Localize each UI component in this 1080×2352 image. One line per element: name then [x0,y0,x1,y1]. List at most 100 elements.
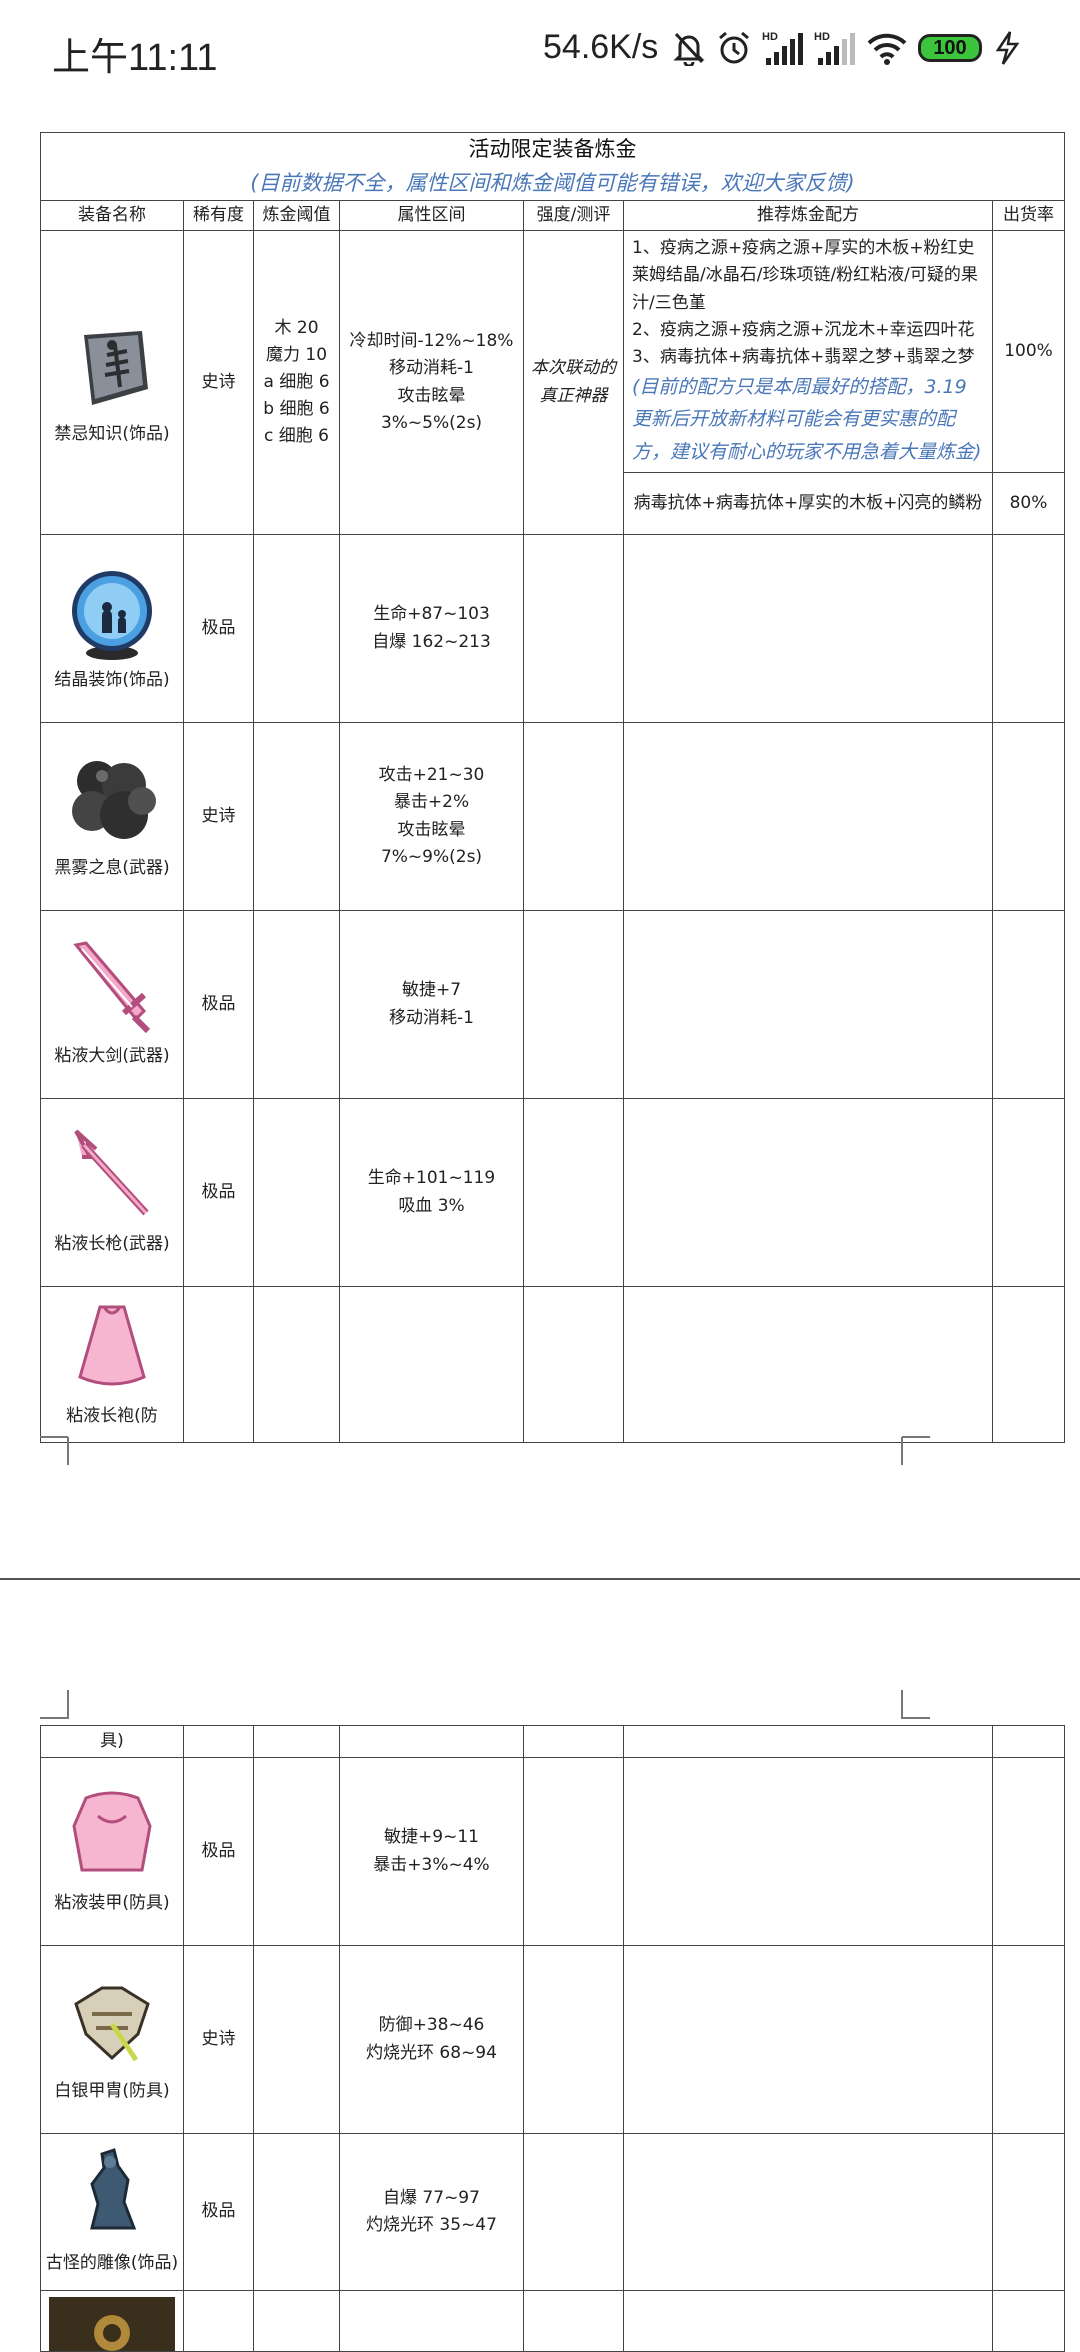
table-header-row: 装备名称 稀有度 炼金阈值 属性区间 强度/测评 推荐炼金配方 出货率 [40,200,1065,232]
evaluation-cell: 本次联动的 真正神器 [523,230,624,536]
rate-cell [992,2133,1065,2291]
equipment-name: 禁忌知识(饰品) [54,424,170,444]
threshold-cell [253,722,340,912]
equipment-name-cell [40,2290,184,2352]
equipment-name-cell: 粘液装甲(防具) [40,1757,184,1946]
rarity-cell: 极品 [183,1098,254,1288]
rarity-cell: 极品 [183,534,254,724]
evaluation-cell [523,722,624,912]
attribute-cell: 自爆 77~97 灼烧光环 35~47 [339,2133,524,2291]
attribute-line: 移动消耗-1 [389,1007,474,1028]
evaluation-line: 本次联动的 [531,358,616,379]
attribute-cell: 防御+38~46 灼烧光环 68~94 [339,1945,524,2134]
recipe-cell: 病毒抗体+病毒抗体+厚实的木板+闪亮的鳞粉 [623,472,993,536]
attribute-line: 灼烧光环 68~94 [366,2042,497,2063]
equipment-name: 黑雾之息(武器) [54,857,170,878]
column-header: 炼金阈值 [253,200,340,232]
attribute-cell: 敏捷+9~11 暴击+3%~4% [339,1757,524,1946]
evaluation-cell [523,1098,624,1288]
battery-icon: 100 [918,34,982,62]
mute-bell-icon [673,32,705,66]
recipe-line: 2、疫病之源+疫病之源+沉龙木+幸运四叶花 [632,319,975,340]
slime-spear-icon [74,1129,149,1216]
recipe-cell [623,1286,993,1444]
attribute-line: 暴击+3%~4% [373,1854,490,1875]
status-icons: HD HD 100 [672,28,1022,68]
hd-signal-icon: HD [814,31,855,65]
rarity-cell: 极品 [183,910,254,1100]
evaluation-cell [523,910,624,1100]
attribute-line: 移动消耗-1 [389,358,474,379]
rate-cell [992,1757,1065,1946]
attribute-line: 7%~9%(2s) [380,846,483,867]
rate-cell [992,534,1065,724]
attribute-cell: 敏捷+7 移动消耗-1 [339,910,524,1100]
equipment-name-cell: 粘液长袍(防 [40,1286,184,1444]
equipment-name: 古怪的雕像(饰品) [45,2253,179,2274]
evaluation-cell [523,2290,624,2352]
equipment-table-continued: 具) 粘液装甲(防具) 极品 敏捷+9~11 暴击+3%~4% 白银甲胄(防具)… [40,1725,1065,2352]
page-corner-mark [40,1690,69,1719]
table-row: 黑雾之息(武器) 史诗 攻击+21~30 暴击+2% 攻击眩晕 7%~9%(2s… [40,722,1065,912]
recipe-cell [623,534,993,724]
silver-armor-icon [74,1986,150,2062]
rate-cell [992,1725,1065,1758]
attribute-line: 攻击眩晕 [397,819,466,840]
table-row: 粘液长枪(武器) 极品 生命+101~119 吸血 3% [40,1098,1065,1288]
table-row: 粘液长袍(防 [40,1286,1065,1444]
column-header: 推荐炼金配方 [623,200,993,232]
rate-cell [992,1286,1065,1444]
threshold-item: b 细胞 6 [263,399,330,420]
page-corner-mark [40,1436,69,1465]
document-subtitle: (目前数据不全，属性区间和炼金阈值可能有错误，欢迎大家反馈) [250,170,855,195]
slime-armor-icon [72,1791,152,1872]
table-row: 白银甲胄(防具) 史诗 防御+38~46 灼烧光环 68~94 [40,1945,1065,2134]
rarity-cell: 极品 [183,2133,254,2291]
threshold-cell: 木 20 魔力 10 a 细胞 6 b 细胞 6 c 细胞 6 [253,230,340,536]
table-row: 结晶装饰(饰品) 极品 生命+87~103 自爆 162~213 [40,534,1065,724]
threshold-cell [253,1945,340,2134]
equipment-name: 粘液长袍(防 [66,1405,158,1426]
threshold-item: a 细胞 6 [263,372,330,392]
table-row [40,2290,1065,2352]
recipe-line: 3、病毒抗体+病毒抗体+翡翠之梦+翡翠之梦 [632,346,975,367]
svg-text:HD: HD [814,31,830,43]
rarity-cell: 史诗 [183,1945,254,2134]
column-header: 稀有度 [183,200,254,232]
forbidden-knowledge-icon [84,331,148,405]
attribute-line: 3%~5%(2s) [380,412,483,433]
column-header: 装备名称 [40,200,184,232]
threshold-cell [253,1098,340,1288]
equipment-name-cell: 黑雾之息(武器) [40,722,184,912]
next-item-icon [49,2297,175,2351]
attribute-cell: 攻击+21~30 暴击+2% 攻击眩晕 7%~9%(2s) [339,722,524,912]
equipment-name: 粘液大剑(武器) [54,1045,170,1066]
attribute-line: 攻击眩晕 [397,385,466,406]
equipment-name-cell: 结晶装饰(饰品) [40,534,184,724]
column-header: 属性区间 [339,200,524,232]
recipe-cell: 1、疫病之源+疫病之源+厚实的木板+粉红史莱姆结晶/冰晶石/珍珠项链/粉红粘液/… [623,230,993,474]
rate-cell [992,1945,1065,2134]
evaluation-cell [523,1945,624,2134]
hd-signal-icon: HD [762,31,803,65]
rarity-cell: 史诗 [183,722,254,912]
document-title: 活动限定装备炼金 [468,137,637,161]
rate-cell [992,910,1065,1100]
equipment-name-cell: 古怪的雕像(饰品) [40,2133,184,2291]
page-corner-mark [901,1436,930,1465]
attribute-line: 敏捷+7 [401,980,462,1001]
document-page-1: 活动限定装备炼金 (目前数据不全，属性区间和炼金阈值可能有错误，欢迎大家反馈) … [0,100,1080,1580]
attribute-line: 自爆 77~97 [383,2187,480,2208]
table-row: 禁忌知识(饰品) 史诗 木 20 魔力 10 a 细胞 6 b 细胞 6 c 细… [40,230,1065,536]
rarity-cell [183,1286,254,1444]
equipment-name: 白银甲胄(防具) [54,2080,170,2101]
table-row: 古怪的雕像(饰品) 极品 自爆 77~97 灼烧光环 35~47 [40,2133,1065,2291]
rate-cell: 100% [992,230,1065,474]
attribute-line: 自爆 162~213 [372,631,491,652]
threshold-cell [253,1286,340,1444]
attribute-cell: 冷却时间-12%~18% 移动消耗-1 攻击眩晕 3%~5%(2s) [339,230,524,536]
svg-text:HD: HD [762,31,778,43]
rate-cell [992,722,1065,912]
equipment-name: 结晶装饰(饰品) [54,669,170,690]
rate-cell [992,1098,1065,1288]
